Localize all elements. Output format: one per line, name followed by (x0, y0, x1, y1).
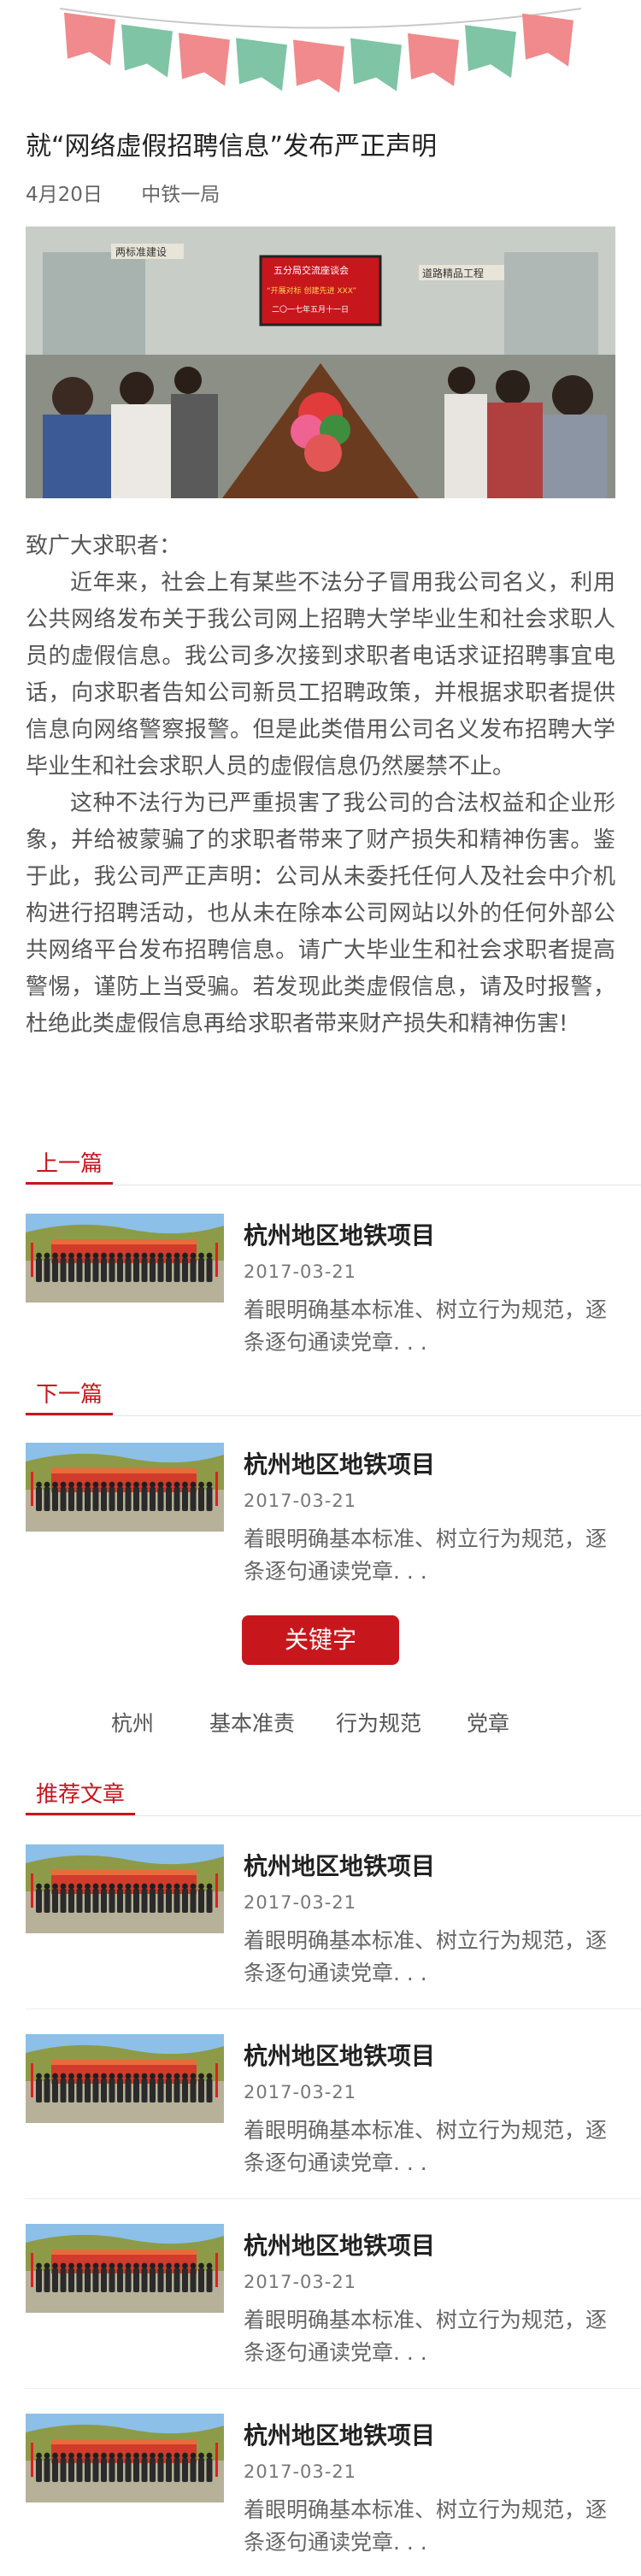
article-title: 就“网络虚假招聘信息”发布严正声明 (26, 132, 438, 162)
next-article-title[interactable]: 杭州地区地铁项目 (244, 1446, 435, 1480)
prev-article-title[interactable]: 杭州地区地铁项目 (244, 1217, 435, 1251)
recommend-article-date: 2017-03-21 (244, 1892, 357, 1913)
wall-sign-right: 道路精品工程 (422, 267, 484, 279)
recommend-article-thumbnail (26, 1844, 224, 1933)
recommend-section-header: 推荐文章 (26, 1776, 641, 1816)
article-body: 致广大求职者： 近年来，社会上有某些不法分子冒用我公司名义，利用公共网络发布关于… (26, 528, 615, 1043)
screen-line-2: “开展对标 创建先进 XXX” (267, 285, 356, 296)
recommend-article-card[interactable]: 杭州地区地铁项目 2017-03-21 着眼明确基本标准、树立行为规范，逐条逐句… (26, 2198, 641, 2389)
next-article-date: 2017-03-21 (244, 1491, 357, 1511)
recommend-article-desc: 着眼明确基本标准、树立行为规范，逐条逐句通读党章. . . (244, 2308, 608, 2365)
prev-article-date: 2017-03-21 (244, 1262, 357, 1282)
recommend-article-title[interactable]: 杭州地区地铁项目 (244, 2038, 435, 2072)
keyword-tags: 杭州 基本准责 行为规范 党章 (0, 1707, 641, 1741)
recommend-article-thumbnail (26, 2034, 224, 2123)
article-hero-image: 两标准建设 道路精品工程 五分局交流座谈会 “开展对标 创建先进 XXX” 二〇… (26, 226, 615, 498)
recommend-article-desc: 着眼明确基本标准、树立行为规范，逐条逐句通读党章. . . (244, 2118, 608, 2175)
bunting-flag (64, 12, 115, 66)
recommend-article-thumbnail (26, 2224, 224, 2313)
bunting-flag (350, 38, 402, 91)
keywords-button[interactable]: 关键字 (242, 1615, 399, 1665)
next-article-desc: 着眼明确基本标准、树立行为规范，逐条逐句通读党章. . . (244, 1526, 608, 1584)
article-date: 4月20日 (26, 184, 103, 206)
article-paragraph-2: 这种不法行为已严重损害了我公司的合法权益和企业形象，并给被蒙骗了的求职者带来了财… (26, 791, 615, 1037)
recommend-article-desc: 着眼明确基本标准、树立行为规范，逐条逐句通读党章. . . (244, 2497, 608, 2555)
bunting-flag (179, 32, 230, 86)
article-greeting: 致广大求职者： (26, 533, 182, 559)
bunting-flag (465, 25, 516, 79)
recommend-article-date: 2017-03-21 (244, 2461, 357, 2482)
recommend-article-desc: 着眼明确基本标准、树立行为规范，逐条逐句通读党章. . . (244, 1928, 608, 1985)
recommend-article-date: 2017-03-21 (244, 2082, 357, 2103)
bunting-flag (121, 24, 173, 78)
bunting-flag (522, 13, 573, 67)
keyword-tag[interactable]: 行为规范 (336, 1707, 421, 1738)
keyword-tag[interactable]: 基本准责 (209, 1707, 295, 1738)
bunting-decoration (59, 8, 582, 93)
recommend-article-title[interactable]: 杭州地区地铁项目 (244, 2227, 435, 2261)
prev-article-desc: 着眼明确基本标准、树立行为规范，逐条逐句通读党章. . . (244, 1297, 608, 1355)
recommend-article-thumbnail (26, 2414, 224, 2502)
screen-line-1: 五分局交流座谈会 (273, 264, 349, 276)
recommend-article-date: 2017-03-21 (244, 2272, 357, 2292)
recommend-article-card[interactable]: 杭州地区地铁项目 2017-03-21 着眼明确基本标准、树立行为规范，逐条逐句… (26, 2388, 641, 2576)
bunting-flag (408, 32, 459, 86)
recommend-article-title[interactable]: 杭州地区地铁项目 (244, 2417, 435, 2451)
recommend-label: 推荐文章 (26, 1780, 136, 1815)
recommend-article-card[interactable]: 杭州地区地铁项目 2017-03-21 着眼明确基本标准、树立行为规范，逐条逐句… (26, 2008, 641, 2199)
next-label: 下一篇 (26, 1380, 114, 1415)
bunting-flag (293, 39, 344, 93)
bunting-flag (236, 38, 287, 91)
next-article-card[interactable]: 杭州地区地铁项目 2017-03-21 着眼明确基本标准、树立行为规范，逐条逐句… (26, 1417, 641, 1588)
keyword-tag[interactable]: 杭州 (111, 1707, 154, 1738)
article-paragraph-1: 近年来，社会上有某些不法分子冒用我公司名义，利用公共网络发布关于我公司网上招聘大… (26, 570, 615, 779)
next-article-thumbnail (26, 1443, 224, 1532)
recommend-article-title[interactable]: 杭州地区地铁项目 (244, 1848, 435, 1882)
prev-article-thumbnail (26, 1214, 224, 1303)
wall-sign-left: 两标准建设 (115, 246, 167, 258)
prev-article-card[interactable]: 杭州地区地铁项目 2017-03-21 着眼明确基本标准、树立行为规范，逐条逐句… (26, 1188, 641, 1359)
article-meta: 4月20日 中铁一局 (26, 178, 252, 207)
screen-line-3: 二〇一七年五月十一日 (272, 304, 349, 315)
keyword-tag[interactable]: 党章 (467, 1707, 509, 1738)
recommend-article-card[interactable]: 杭州地区地铁项目 2017-03-21 着眼明确基本标准、树立行为规范，逐条逐句… (26, 1819, 641, 2009)
article-source: 中铁一局 (141, 184, 221, 206)
prev-section-header: 上一篇 (26, 1145, 641, 1185)
next-section-header: 下一篇 (26, 1376, 641, 1416)
prev-label: 上一篇 (26, 1150, 114, 1185)
